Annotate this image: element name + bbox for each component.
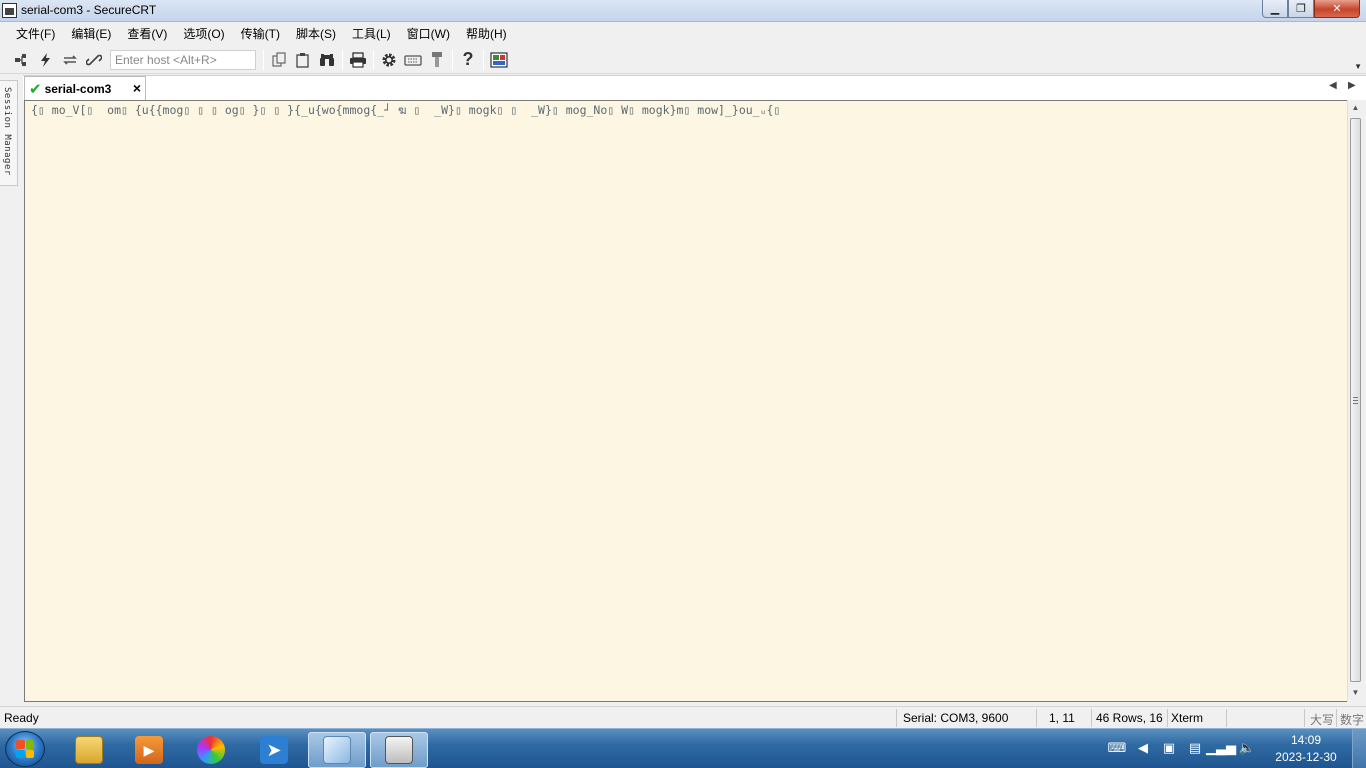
notepad-taskbar-icon[interactable] [308, 732, 366, 768]
windows-logo-icon [16, 740, 34, 758]
explorer-taskbar-icon[interactable] [60, 732, 118, 768]
status-emulation: Xterm [1171, 711, 1204, 725]
status-terminal-size: 46 Rows, 16 [1096, 711, 1163, 725]
window-controls: ▁ ❐ ✕ [1262, 0, 1360, 18]
session-tab-strip: ✔ serial-com3 × ◀ ▶ [23, 75, 1366, 101]
toolbar: ? ▼ [0, 46, 1366, 74]
terminal-scrollbar[interactable]: ▲ ▼ [1347, 100, 1362, 702]
clock-time: 14:09 [1290, 733, 1322, 747]
help-icon[interactable]: ? [456, 49, 480, 71]
menu-bar: 文件(F) 编辑(E) 查看(V) 选项(O) 传输(T) 脚本(S) 工具(L… [0, 22, 1366, 46]
system-tray: ⌨ ◀ ▣ ▤ ▁▃▅ 🔈 [1108, 739, 1256, 757]
window-title: serial-com3 - SecureCRT [21, 3, 157, 17]
connect-icon[interactable] [10, 49, 34, 71]
signal-tray-icon[interactable]: ▁▃▅ [1206, 739, 1236, 757]
securecrt-app-icon[interactable] [2, 3, 17, 18]
restore-button[interactable]: ❐ [1288, 0, 1314, 18]
paste-icon[interactable] [291, 49, 315, 71]
tab-serial-com3[interactable]: ✔ serial-com3 × [24, 76, 146, 101]
reconnect-icon[interactable] [58, 49, 82, 71]
minimize-button[interactable]: ▁ [1262, 0, 1288, 18]
menu-view[interactable]: 查看(V) [119, 23, 175, 45]
messenger-taskbar-icon[interactable]: ➤ [245, 732, 303, 768]
session-manager-label: Session Manager [2, 87, 12, 176]
menu-transfer[interactable]: 传输(T) [233, 23, 288, 45]
host-input[interactable] [110, 49, 256, 70]
tab-close-icon[interactable]: × [133, 80, 141, 96]
status-divider [896, 709, 897, 727]
status-divider [1091, 709, 1092, 727]
quick-connect-icon[interactable] [34, 49, 58, 71]
toolbar-separator [483, 49, 484, 70]
browser-taskbar-icon[interactable] [182, 732, 240, 768]
status-num-lock: 数字 [1340, 713, 1365, 727]
menu-options[interactable]: 选项(O) [175, 23, 232, 45]
copy-icon[interactable] [267, 49, 291, 71]
status-divider [1226, 709, 1227, 727]
tab-scroll-left-icon[interactable]: ◀ [1329, 80, 1337, 91]
menu-edit[interactable]: 编辑(E) [63, 23, 119, 45]
media-player-taskbar-icon[interactable]: ▶ [120, 732, 178, 768]
volume-tray-icon[interactable]: 🔈 [1238, 739, 1256, 757]
keymap-icon[interactable] [401, 49, 425, 71]
print-icon[interactable] [346, 49, 370, 71]
status-divider [1167, 709, 1168, 727]
status-cursor-position: 1, 11 [1049, 711, 1075, 725]
close-button[interactable]: ✕ [1314, 0, 1360, 18]
status-caps-lock: 大写 [1310, 713, 1335, 727]
tab-scroll-right-icon[interactable]: ▶ [1348, 80, 1356, 91]
device-tray-icon[interactable]: ▤ [1186, 739, 1204, 757]
scrollbar-grip-icon [1353, 397, 1358, 404]
status-divider [1036, 709, 1037, 727]
audio-tray-icon[interactable]: ◀ [1134, 739, 1152, 757]
scroll-up-icon[interactable]: ▲ [1348, 100, 1363, 115]
network-tray-icon[interactable]: ▣ [1160, 739, 1178, 757]
toolbar-overflow-icon[interactable]: ▼ [1354, 62, 1362, 71]
scroll-down-icon[interactable]: ▼ [1348, 685, 1363, 700]
connected-check-icon: ✔ [29, 81, 42, 98]
toolbar-separator [373, 49, 374, 70]
scrollbar-thumb[interactable] [1350, 118, 1361, 682]
windows-taskbar: ▶ ➤ ⌨ ◀ ▣ ▤ ▁▃▅ 🔈 14:09 2023-12-30 [0, 728, 1366, 768]
clock-date: 2023-12-30 [1275, 750, 1337, 764]
status-divider [1304, 709, 1305, 727]
title-bar: serial-com3 - SecureCRT ▁ ❐ ✕ [0, 0, 1366, 22]
sftp-icon[interactable] [425, 49, 449, 71]
show-desktop-button[interactable] [1352, 729, 1366, 768]
start-button[interactable] [5, 731, 45, 767]
keyboard-tray-icon[interactable]: ⌨ [1108, 739, 1127, 757]
terminal-output-line: {▯ mo_V[▯ om▯ {u{{mog▯ ▯ ▯ og▯ }▯ ▯ }{_u… [31, 103, 781, 117]
tab-label: serial-com3 [44, 82, 112, 96]
terminal-view[interactable]: {▯ mo_V[▯ om▯ {u{{mog▯ ▯ ▯ og▯ }▯ ▯ }{_u… [24, 100, 1347, 702]
status-divider [1336, 709, 1337, 727]
menu-file[interactable]: 文件(F) [8, 23, 63, 45]
menu-script[interactable]: 脚本(S) [288, 23, 344, 45]
disconnect-icon[interactable] [82, 49, 106, 71]
toolbar-separator [263, 49, 264, 70]
find-icon[interactable] [315, 49, 339, 71]
settings-icon[interactable] [377, 49, 401, 71]
session-manager-tab[interactable]: Session Manager [0, 80, 18, 186]
status-ready: Ready [4, 711, 39, 725]
status-connection: Serial: COM3, 9600 [903, 711, 1009, 725]
menu-tools[interactable]: 工具(L) [344, 23, 399, 45]
menu-window[interactable]: 窗口(W) [399, 23, 458, 45]
securecrt-taskbar-icon[interactable] [370, 732, 428, 768]
menu-help[interactable]: 帮助(H) [458, 23, 515, 45]
taskbar-clock[interactable]: 14:09 2023-12-30 [1270, 732, 1342, 766]
toolbar-separator [342, 49, 343, 70]
screen-icon[interactable] [487, 49, 511, 71]
toolbar-separator [452, 49, 453, 70]
status-bar: Ready Serial: COM3, 9600 1, 11 46 Rows, … [0, 706, 1366, 728]
